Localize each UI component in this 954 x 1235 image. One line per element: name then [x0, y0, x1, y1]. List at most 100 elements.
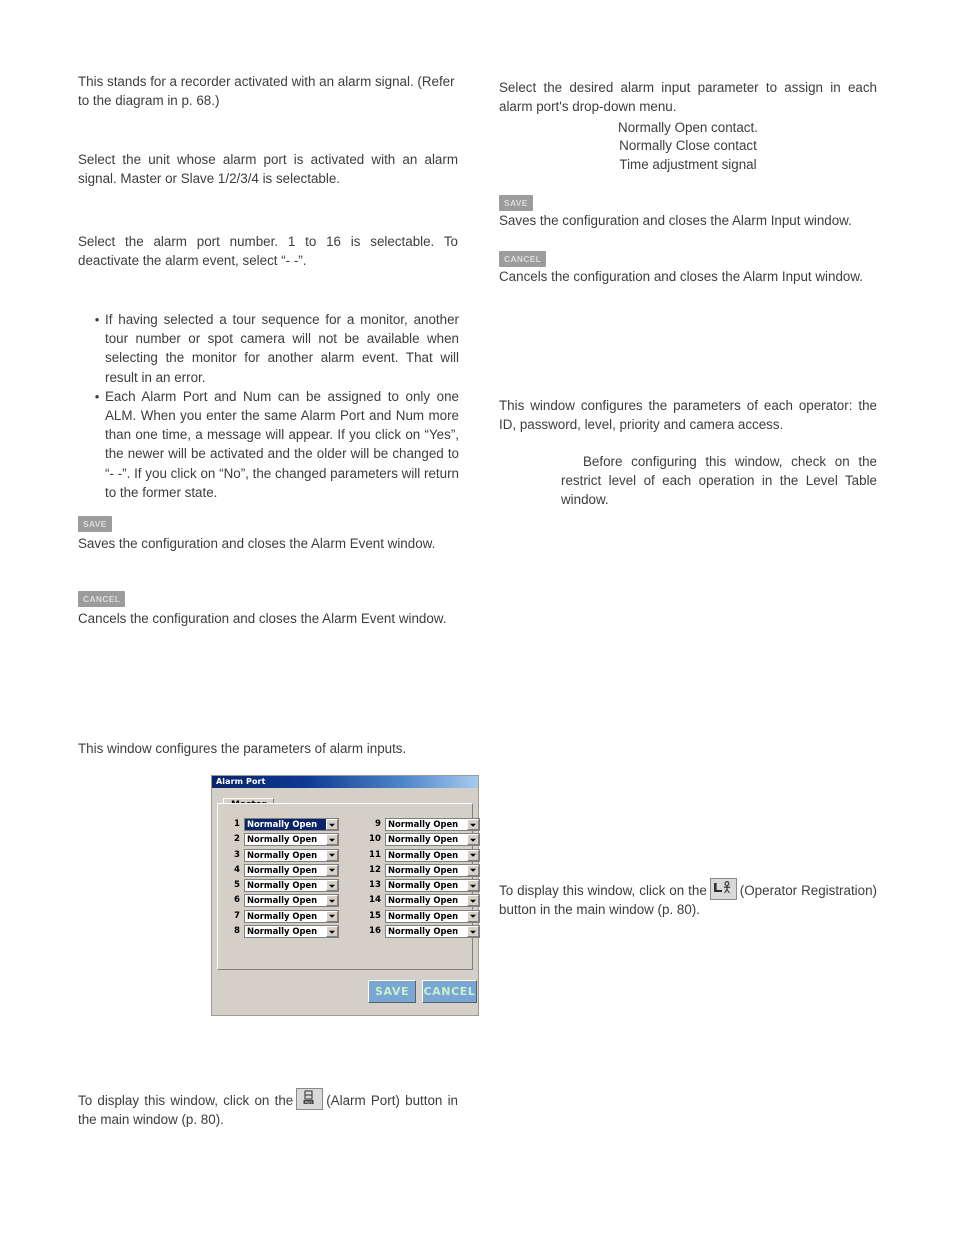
alarm-port-row: 11 Normally Open — [367, 848, 480, 862]
list-item-text: Each Alarm Port and Num can be assigned … — [105, 388, 459, 500]
list-item: • If having selected a tour sequence for… — [89, 310, 459, 387]
alarm-port-number: 10 — [369, 834, 381, 845]
alarm-port-grid: 1 Normally Open 2 Normally Open 3 Normally Op… — [226, 818, 480, 939]
alarm-port-number: 15 — [369, 910, 381, 921]
alarm-port-row: 13 Normally Open — [367, 879, 480, 893]
alarm-port-value: Normally Open — [388, 926, 459, 937]
display-text-before: To display this window, click on the — [499, 883, 707, 898]
alarm-port-select[interactable]: Normally Open — [244, 818, 339, 831]
alarm-port-value: Normally Open — [247, 910, 318, 921]
paragraph-cancel-left: Cancels the configuration and closes the… — [78, 611, 447, 626]
svg-text:Port: Port — [305, 1101, 313, 1105]
chevron-down-icon[interactable] — [326, 910, 338, 922]
alarm-port-select[interactable]: Normally Open — [385, 833, 480, 847]
alarm-port-row: 8 Normally Open — [226, 925, 339, 939]
chevron-down-icon[interactable] — [326, 880, 338, 892]
alarm-port-row: 1 Normally Open — [226, 818, 339, 831]
alarm-port-select[interactable]: Normally Open — [244, 909, 339, 923]
save-button[interactable]: SAVE — [368, 980, 416, 1003]
alarm-port-value: Normally Open — [245, 819, 326, 830]
display-text-before: To display this window, click on the — [78, 1093, 294, 1108]
chevron-down-icon[interactable] — [467, 849, 479, 861]
paragraph-port-number: Select the alarm port number. 1 to 16 is… — [78, 234, 458, 269]
chevron-down-icon[interactable] — [326, 834, 338, 846]
alarm-port-value: Normally Open — [388, 910, 459, 921]
alarm-port-icon: Port — [296, 1088, 324, 1110]
alarm-port-value: Normally Open — [247, 849, 318, 860]
alarm-port-select[interactable]: Normally Open — [385, 818, 480, 831]
cancel-badge-right: CANCEL — [499, 250, 547, 268]
alarm-port-row: 7 Normally Open — [226, 909, 339, 923]
paragraph-unit-select: Select the unit whose alarm port is acti… — [78, 152, 458, 187]
alarm-port-row: 4 Normally Open — [226, 863, 339, 877]
alarm-port-row: 2 Normally Open — [226, 833, 339, 847]
paragraph-save-right: Saves the configuration and closes the A… — [499, 213, 852, 228]
alarm-port-value: Normally Open — [388, 895, 459, 906]
chevron-down-icon[interactable] — [326, 895, 338, 907]
alarm-port-number: 1 — [234, 819, 240, 829]
alarm-port-value: Normally Open — [247, 895, 318, 906]
alarm-port-number: 8 — [234, 926, 240, 937]
alarm-port-number: 2 — [234, 834, 240, 845]
alarm-port-number: 9 — [375, 819, 381, 829]
paragraph-alarm-inputs: This window configures the parameters of… — [78, 741, 407, 756]
alarm-port-select[interactable]: Normally Open — [244, 833, 339, 847]
alarm-port-value: Normally Open — [388, 819, 459, 829]
alarm-port-row: 9 Normally Open — [367, 818, 480, 831]
alarm-port-value: Normally Open — [247, 926, 318, 937]
save-badge-left: SAVE — [78, 515, 112, 533]
alarm-port-select[interactable]: Normally Open — [385, 925, 480, 939]
alarm-port-number: 6 — [234, 895, 240, 906]
alarm-port-value: Normally Open — [247, 880, 318, 891]
chevron-down-icon[interactable] — [467, 864, 479, 876]
chevron-down-icon[interactable] — [326, 926, 338, 938]
chevron-down-icon[interactable] — [467, 834, 479, 846]
alarm-port-row: 12 Normally Open — [367, 863, 480, 877]
chevron-down-icon[interactable] — [467, 895, 479, 907]
paragraph-before-note: Before configuring this window, check on… — [561, 454, 877, 508]
chevron-down-icon[interactable] — [326, 819, 338, 830]
chevron-down-icon[interactable] — [326, 849, 338, 861]
alarm-port-value: Normally Open — [247, 864, 318, 875]
chevron-down-icon[interactable] — [326, 864, 338, 876]
alarm-port-titlebar: Alarm Port — [212, 776, 478, 788]
chevron-down-icon[interactable] — [467, 819, 479, 830]
alarm-port-select[interactable]: Normally Open — [385, 863, 480, 877]
paragraph-operator-params: This window configures the parameters of… — [499, 398, 877, 433]
alarm-port-body: Master 1Normally Open2Normally Open3Norm… — [217, 792, 480, 1010]
notes-bullet-list: • If having selected a tour sequence for… — [89, 310, 459, 502]
alarm-port-number: 4 — [234, 864, 240, 875]
option-time-adjustment: Time adjustment signal — [619, 157, 757, 172]
alarm-port-number: 11 — [369, 849, 381, 860]
chevron-down-icon[interactable] — [467, 926, 479, 938]
alarm-port-select[interactable]: Normally Open — [244, 848, 339, 862]
cancel-button[interactable]: CANCEL — [422, 980, 477, 1003]
list-item-text: If having selected a tour sequence for a… — [105, 312, 459, 385]
alarm-port-select[interactable]: Normally Open — [244, 863, 339, 877]
alarm-port-select[interactable]: Normally Open — [244, 925, 339, 939]
cancel-badge-label: CANCEL — [499, 250, 547, 267]
alarm-port-dialog[interactable]: Alarm Port Master 1Normally Open2Normall… — [211, 775, 480, 1016]
alarm-port-select[interactable]: Normally Open — [385, 848, 480, 862]
alarm-port-select[interactable]: Normally Open — [244, 879, 339, 893]
alarm-port-select[interactable]: Normally Open — [385, 894, 480, 908]
alarm-port-number: 5 — [234, 880, 240, 891]
bullet-dot-icon: • — [94, 388, 100, 404]
chevron-down-icon[interactable] — [467, 880, 479, 892]
alarm-port-number: 12 — [369, 864, 381, 875]
alarm-port-column-left: 1 Normally Open 2 Normally Open 3 Normally Op… — [226, 818, 339, 939]
alarm-port-select[interactable]: Normally Open — [385, 909, 480, 923]
alarm-port-value: Normally Open — [388, 834, 459, 845]
alarm-port-number: 7 — [234, 910, 240, 921]
paragraph-display-alarm-port: To display this window, click on the Por… — [78, 1088, 458, 1129]
alarm-port-select[interactable]: Normally Open — [244, 894, 339, 908]
paragraph-save-left: Saves the configuration and closes the A… — [78, 536, 436, 551]
save-badge-label: SAVE — [499, 194, 533, 211]
bullet-dot-icon: • — [94, 312, 100, 327]
alarm-port-select[interactable]: Normally Open — [385, 879, 480, 893]
paragraph-display-operator-registration: To display this window, click on the (Op… — [499, 878, 877, 919]
alarm-port-row: 6 Normally Open — [226, 894, 339, 908]
chevron-down-icon[interactable] — [467, 910, 479, 922]
save-badge-label: SAVE — [78, 515, 112, 532]
alarm-port-panel: 1 Normally Open 2 Normally Open 3 Normally Op… — [217, 803, 480, 970]
